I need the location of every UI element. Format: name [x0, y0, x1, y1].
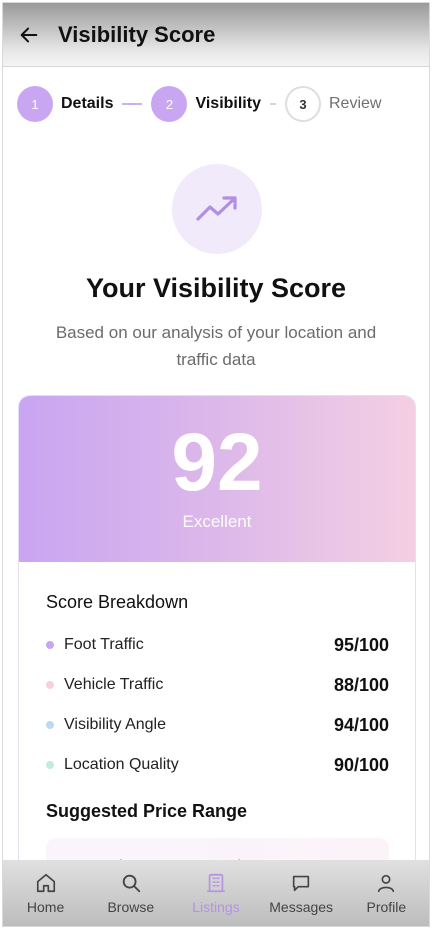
app-frame: Visibility Score 1 Details 2 Visibility … [2, 2, 430, 927]
nav-browse-label: Browse [107, 899, 155, 915]
breakdown-value: 90/100 [333, 754, 389, 775]
score-card: 92 Excellent Score Breakdown Foot Traffi… [18, 395, 416, 895]
user-icon [374, 871, 398, 895]
nav-profile-label: Profile [366, 899, 407, 915]
nav-browse[interactable]: Browse [91, 871, 171, 915]
breakdown-title: Score Breakdown [46, 592, 189, 612]
breakdown-label: Vehicle Traffic [64, 676, 164, 693]
breakdown-value: 95/100 [333, 634, 389, 655]
breakdown-row-location-quality: Location Quality 90/100 [46, 745, 389, 785]
step-connector [269, 103, 276, 105]
score-hero: 92 Excellent [19, 396, 415, 562]
progress-stepper: 1 Details 2 Visibility 3 Review [17, 85, 419, 123]
score-rating: Excellent [182, 512, 252, 531]
nav-profile[interactable]: Profile [346, 871, 426, 915]
vehicle-traffic-dot [46, 681, 54, 689]
foot-traffic-dot [46, 641, 54, 649]
step-3-label: Review [328, 95, 382, 112]
nav-listings-label: Listings [192, 899, 240, 915]
location-quality-dot [46, 761, 54, 769]
breakdown-label: Visibility Angle [64, 716, 166, 733]
home-icon [34, 871, 58, 895]
back-button[interactable] [16, 22, 42, 48]
breakdown-label: Location Quality [64, 756, 179, 773]
page-title: Visibility Score [58, 21, 216, 47]
trend-badge [172, 164, 262, 254]
nav-messages-label: Messages [269, 899, 334, 915]
nav-home-label: Home [26, 899, 65, 915]
step-3-circle: 3 [284, 86, 321, 122]
breakdown-value: 88/100 [333, 674, 389, 695]
trending-up-icon [196, 196, 237, 221]
nav-home[interactable]: Home [6, 871, 86, 915]
top-app-bar: Visibility Score [3, 3, 429, 67]
score-heading: Your Visibility Score [85, 273, 347, 303]
breakdown-row-visibility-angle: Visibility Angle 94/100 [46, 705, 389, 745]
step-1-circle: 1 [17, 86, 53, 122]
step-2-circle: 2 [151, 86, 188, 122]
breakdown-row-vehicle-traffic: Vehicle Traffic 88/100 [46, 665, 389, 705]
score-value: 92 [171, 417, 263, 508]
breakdown-label: Foot Traffic [64, 636, 144, 653]
nav-messages[interactable]: Messages [261, 871, 341, 915]
visibility-angle-dot [46, 721, 54, 729]
step-1-label: Details [61, 95, 114, 112]
price-range-title: Suggested Price Range [46, 801, 248, 821]
bottom-navigation: Home Browse Listings Messages Profile [3, 860, 429, 926]
search-icon [119, 871, 143, 895]
arrow-left-icon [20, 27, 38, 42]
step-2-label: Visibility [195, 95, 261, 112]
score-breakdown: Score Breakdown Foot Traffic 95/100 Vehi… [19, 562, 415, 894]
building-icon [204, 871, 228, 895]
step-connector [122, 103, 143, 105]
score-subtitle: Based on our analysis of your location a… [55, 323, 377, 369]
nav-listings[interactable]: Listings [176, 871, 256, 915]
breakdown-row-foot-traffic: Foot Traffic 95/100 [46, 625, 389, 665]
breakdown-value: 94/100 [333, 714, 389, 735]
message-icon [289, 871, 313, 895]
